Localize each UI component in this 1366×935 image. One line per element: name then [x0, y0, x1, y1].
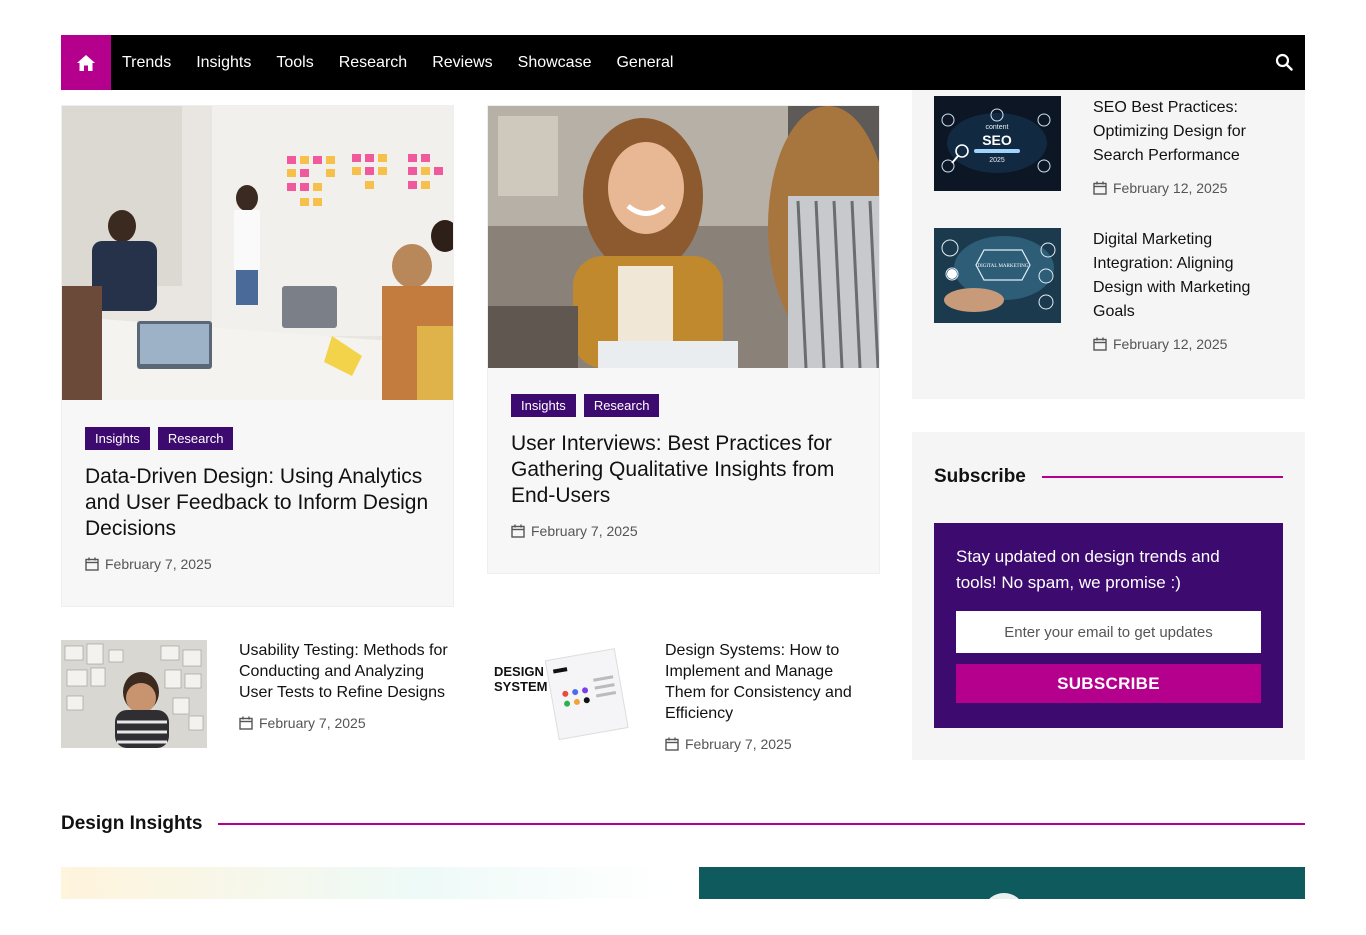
- subscribe-widget: Subscribe Stay updated on design trends …: [912, 432, 1305, 760]
- post-title[interactable]: Usability Testing: Methods for Conductin…: [239, 640, 449, 703]
- nav-item-general[interactable]: General: [616, 54, 673, 72]
- calendar-icon: [1093, 181, 1107, 195]
- nav-item-trends[interactable]: Trends: [122, 54, 171, 72]
- calendar-icon: [85, 557, 99, 571]
- sidebar-post: DIGITAL MARKETING Digital Marketing Inte…: [934, 228, 1273, 352]
- post-thumbnail[interactable]: DESIGN SYSTEM: [487, 640, 633, 748]
- nav-item-research[interactable]: Research: [339, 54, 407, 72]
- calendar-icon: [665, 737, 679, 751]
- subscribe-button[interactable]: SUBSCRIBE: [956, 664, 1261, 703]
- calendar-icon: [1093, 337, 1107, 351]
- nav-item-insights[interactable]: Insights: [196, 54, 251, 72]
- featured-post-card[interactable]: Insights Research Data-Driven Design: Us…: [61, 105, 454, 607]
- post-date: February 7, 2025: [531, 523, 638, 539]
- post-image[interactable]: [699, 867, 1305, 899]
- post-image[interactable]: [61, 867, 666, 899]
- post-meta: February 7, 2025: [239, 715, 449, 731]
- post-title[interactable]: Digital Marketing Integration: Aligning …: [1093, 228, 1273, 324]
- email-input[interactable]: [956, 611, 1261, 653]
- design-insights-header: Design Insights: [61, 813, 1305, 835]
- calendar-icon: [511, 524, 525, 538]
- home-button[interactable]: [61, 35, 111, 90]
- post-date: February 7, 2025: [259, 715, 366, 731]
- post-date: February 12, 2025: [1113, 180, 1228, 196]
- sidebar-posts-widget: content SEO 2025 SEO Best Practices: Opt…: [912, 90, 1305, 399]
- post-title[interactable]: SEO Best Practices: Optimizing Design fo…: [1093, 96, 1273, 168]
- thumb-text: content: [986, 124, 1009, 131]
- post-meta: February 7, 2025: [511, 523, 859, 539]
- sidebar-post: content SEO 2025 SEO Best Practices: Opt…: [934, 96, 1273, 196]
- category-badge-insights[interactable]: Insights: [511, 394, 576, 417]
- post-title[interactable]: Design Systems: How to Implement and Man…: [665, 640, 875, 724]
- post-thumbnail[interactable]: DIGITAL MARKETING: [934, 228, 1061, 323]
- post-title[interactable]: User Interviews: Best Practices for Gath…: [511, 431, 859, 509]
- subscribe-header: Subscribe: [934, 466, 1283, 488]
- subscribe-heading: Subscribe: [934, 466, 1026, 487]
- post-date: February 7, 2025: [105, 556, 212, 572]
- main-nav: Trends Insights Tools Research Reviews S…: [61, 35, 1305, 90]
- small-post-card: DESIGN SYSTEM Design Systems: How to Imp…: [487, 640, 875, 752]
- heading-divider: [1041, 476, 1283, 478]
- post-thumbnail[interactable]: [61, 640, 207, 748]
- post-meta: February 7, 2025: [665, 736, 875, 752]
- home-icon: [77, 54, 95, 71]
- thumb-text: SEO: [982, 132, 1012, 148]
- thumb-text: DIGITAL MARKETING: [978, 264, 1029, 269]
- small-post-card: Usability Testing: Methods for Conductin…: [61, 640, 449, 748]
- post-meta: February 12, 2025: [1093, 180, 1273, 196]
- thumb-text: DESIGN: [494, 664, 544, 679]
- featured-post-card[interactable]: Insights Research User Interviews: Best …: [487, 105, 880, 574]
- nav-menu: Trends Insights Tools Research Reviews S…: [122, 54, 698, 72]
- post-title[interactable]: Data-Driven Design: Using Analytics and …: [85, 464, 433, 542]
- nav-item-showcase[interactable]: Showcase: [518, 54, 592, 72]
- post-thumbnail[interactable]: content SEO 2025: [934, 96, 1061, 191]
- subscribe-text: Stay updated on design trends and tools!…: [956, 547, 1220, 592]
- post-meta: February 7, 2025: [85, 556, 433, 572]
- calendar-icon: [239, 716, 253, 730]
- thumb-text: 2025: [989, 157, 1005, 164]
- section-title: Design Insights: [61, 813, 203, 834]
- subscribe-form: Stay updated on design trends and tools!…: [934, 523, 1283, 728]
- post-categories: Insights Research: [85, 427, 433, 450]
- nav-item-tools[interactable]: Tools: [276, 54, 313, 72]
- category-badge-insights[interactable]: Insights: [85, 427, 150, 450]
- heading-divider: [218, 823, 1305, 825]
- search-icon: [1275, 53, 1293, 71]
- post-date: February 7, 2025: [685, 736, 792, 752]
- post-meta: February 12, 2025: [1093, 336, 1273, 352]
- post-date: February 12, 2025: [1113, 336, 1228, 352]
- post-image[interactable]: [488, 106, 879, 368]
- thumb-text: SYSTEM: [494, 679, 547, 694]
- post-image[interactable]: [62, 106, 453, 400]
- nav-item-reviews[interactable]: Reviews: [432, 54, 492, 72]
- category-badge-research[interactable]: Research: [583, 394, 660, 417]
- search-button[interactable]: [1273, 51, 1295, 73]
- category-badge-research[interactable]: Research: [157, 427, 234, 450]
- post-categories: Insights Research: [511, 394, 859, 417]
